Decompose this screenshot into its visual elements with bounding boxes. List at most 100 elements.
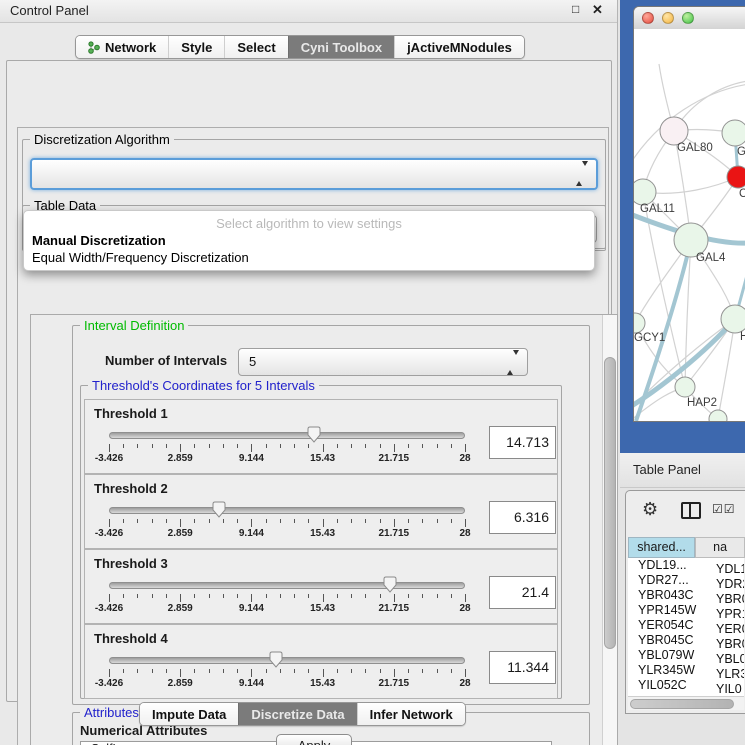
tick-label: 9.144 <box>239 603 264 614</box>
tick-mark <box>237 519 238 523</box>
cell-shared-name[interactable]: YIL052C <box>628 678 714 693</box>
network-window-titlebar[interactable] <box>634 7 745 30</box>
slider-track[interactable] <box>109 582 465 589</box>
cell-shared-name[interactable]: YLR345W <box>628 663 714 678</box>
tick-label: 2.859 <box>168 453 193 464</box>
tick-label: 15.43 <box>310 453 335 464</box>
tick-mark <box>237 669 238 673</box>
mac-minimize-button[interactable] <box>662 12 674 24</box>
combo-arrows-icon <box>507 355 519 370</box>
checkboxes-icon[interactable]: ☑☑ <box>712 502 736 516</box>
table-row[interactable]: YDR27...YDR2 <box>628 573 744 588</box>
network-node-ga[interactable] <box>722 120 745 146</box>
split-columns-icon[interactable] <box>681 502 701 519</box>
tick-mark <box>437 669 438 673</box>
table-row[interactable]: YBL079WYBL0 <box>628 648 744 663</box>
tick-mark <box>209 444 210 448</box>
network-node[interactable] <box>709 410 727 421</box>
tick-mark <box>166 519 167 523</box>
threshold-slider[interactable]: -3.4262.8599.14415.4321.71528 <box>109 574 465 618</box>
column-header-name[interactable]: na <box>695 537 745 558</box>
table-row[interactable]: YPR145WYPR1 <box>628 603 744 618</box>
cell-shared-name[interactable]: YPR145W <box>628 603 714 618</box>
tick-mark <box>152 669 153 673</box>
table-toolbar: ⚙ ☑☑ <box>626 491 745 535</box>
threshold-value-field[interactable]: 11.344 <box>489 651 556 684</box>
network-node-gal11[interactable] <box>634 179 656 205</box>
apply-button[interactable]: Apply <box>276 734 352 745</box>
slider-track[interactable] <box>109 657 465 664</box>
network-node-gal80[interactable] <box>660 117 688 145</box>
tick-mark <box>323 444 324 452</box>
tick-label: 28 <box>459 678 470 689</box>
table-row[interactable]: YLR345WYLR3 <box>628 663 744 678</box>
number-of-intervals-combo[interactable]: 5 <box>238 348 528 376</box>
table-horizontal-scrollbar[interactable] <box>628 696 744 710</box>
column-header-shared-name[interactable]: shared... <box>628 537 695 558</box>
tab-cyni-toolbox[interactable]: Cyni Toolbox <box>288 36 394 58</box>
threshold-value-field[interactable]: 14.713 <box>489 426 556 459</box>
tab-select[interactable]: Select <box>224 36 287 58</box>
network-node-hap2[interactable] <box>675 377 695 397</box>
cell-shared-name[interactable]: YDR27... <box>628 573 714 588</box>
slider-track[interactable] <box>109 432 465 439</box>
tab-style[interactable]: Style <box>168 36 224 58</box>
tick-mark <box>109 444 110 452</box>
tab-label: jActiveMNodules <box>407 40 512 55</box>
cell-shared-name[interactable]: YBR043C <box>628 588 714 603</box>
table-row[interactable]: YIL052CYIL0 <box>628 678 744 693</box>
tick-mark <box>465 669 466 677</box>
cell-shared-name[interactable]: YBR045C <box>628 633 714 648</box>
threshold-slider[interactable]: -3.4262.8599.14415.4321.71528 <box>109 649 465 693</box>
close-window-icon[interactable]: ✕ <box>592 2 603 18</box>
table-header-row: shared... na <box>628 537 745 558</box>
table-row[interactable]: YER054CYER0 <box>628 618 744 633</box>
slider-tick-labels: -3.4262.8599.14415.4321.71528 <box>109 678 465 690</box>
tab-infer-network[interactable]: Infer Network <box>357 703 465 725</box>
cell-shared-name[interactable]: YBL079W <box>628 648 714 663</box>
threshold-value-field[interactable]: 6.316 <box>489 501 556 534</box>
popup-placeholder-option[interactable]: Select algorithm to view settings <box>24 216 594 231</box>
popup-option-equal-width-frequency[interactable]: Equal Width/Frequency Discretization <box>32 250 249 265</box>
table-row[interactable]: YBR045CYBR0 <box>628 633 744 648</box>
slider-track[interactable] <box>109 507 465 514</box>
table-row[interactable]: YDL19...YDL1 <box>628 558 744 573</box>
tick-mark <box>308 444 309 448</box>
interval-definition-group: Interval Definition Number of Intervals … <box>72 325 590 705</box>
tab-discretize-data[interactable]: Discretize Data <box>238 703 356 725</box>
mac-close-button[interactable] <box>642 12 654 24</box>
tick-mark <box>223 669 224 673</box>
mac-zoom-button[interactable] <box>682 12 694 24</box>
network-node-gcy1[interactable] <box>634 313 645 333</box>
slider-thumb[interactable] <box>269 651 283 668</box>
cell-shared-name[interactable]: YER054C <box>628 618 714 633</box>
threshold-slider[interactable]: -3.4262.8599.14415.4321.71528 <box>109 424 465 468</box>
algorithm-combo[interactable] <box>30 158 598 190</box>
cell-name[interactable]: YIL0 <box>714 682 742 696</box>
tab-jactivemnodules[interactable]: jActiveMNodules <box>394 36 524 58</box>
float-window-icon[interactable]: □ <box>572 2 579 16</box>
settings-scrollbar[interactable] <box>602 315 617 745</box>
tick-mark <box>109 669 110 677</box>
cell-shared-name[interactable]: YDL19... <box>628 558 714 573</box>
gear-icon[interactable]: ⚙ <box>642 499 658 520</box>
network-node-h[interactable] <box>721 305 745 333</box>
scrollbar-thumb[interactable] <box>604 357 616 649</box>
slider-thumb[interactable] <box>212 501 226 518</box>
tick-mark <box>266 444 267 448</box>
threshold-value-field[interactable]: 21.4 <box>489 576 556 609</box>
slider-thumb[interactable] <box>383 576 397 593</box>
popup-option-manual-discretization[interactable]: Manual Discretization <box>32 233 166 248</box>
tick-mark <box>451 519 452 523</box>
tab-network[interactable]: Network <box>76 36 168 58</box>
threshold-slider[interactable]: -3.4262.8599.14415.4321.71528 <box>109 499 465 543</box>
table-row[interactable]: YBR043CYBR0 <box>628 588 744 603</box>
tick-label: 9.144 <box>239 528 264 539</box>
tick-mark <box>251 669 252 677</box>
network-canvas[interactable]: GAL80GACGAL11GAL4GCY1HHAP2 <box>634 29 745 421</box>
tick-mark <box>323 519 324 527</box>
tab-impute-data[interactable]: Impute Data <box>140 703 238 725</box>
scrollbar-thumb[interactable] <box>630 699 734 709</box>
slider-thumb[interactable] <box>307 426 321 443</box>
network-node-c[interactable] <box>727 166 745 188</box>
